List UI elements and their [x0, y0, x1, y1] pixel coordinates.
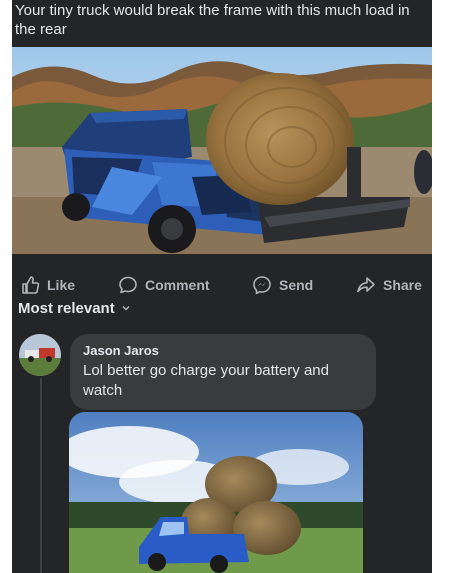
- comment-author[interactable]: Jason Jaros: [83, 343, 159, 358]
- avatar[interactable]: [19, 334, 61, 376]
- speech-bubble-icon: [118, 275, 138, 295]
- messenger-icon: [252, 275, 272, 295]
- share-arrow-icon: [356, 275, 376, 295]
- send-button[interactable]: Send: [252, 275, 313, 295]
- like-button[interactable]: Like: [20, 275, 75, 295]
- like-label: Like: [47, 277, 76, 293]
- post-caption: Your tiny truck would break the frame wi…: [15, 2, 410, 38]
- send-label: Send: [279, 277, 314, 293]
- comment-label: Comment: [145, 277, 210, 293]
- thumbs-up-icon: [20, 275, 40, 295]
- comment-photo-truck-hay-bales[interactable]: [69, 412, 363, 573]
- post-card: Your tiny truck would break the frame wi…: [12, 0, 432, 573]
- comments-sort-dropdown[interactable]: Most relevant: [18, 300, 131, 317]
- comment-bubble: Jason Jaros Lol better go charge your ba…: [70, 334, 376, 410]
- sort-label: Most relevant: [18, 300, 115, 317]
- post-photo-cybertruck-hay-bale[interactable]: [12, 47, 432, 254]
- chevron-down-icon: [121, 300, 131, 317]
- share-label: Share: [383, 277, 422, 293]
- share-button[interactable]: Share: [356, 275, 422, 295]
- comment-text: Lol better go charge your battery and wa…: [83, 362, 329, 399]
- comment-button[interactable]: Comment: [118, 275, 210, 295]
- comment-thread-line: [40, 378, 42, 573]
- post-actions-bar: Like Comment Send Share: [12, 270, 432, 300]
